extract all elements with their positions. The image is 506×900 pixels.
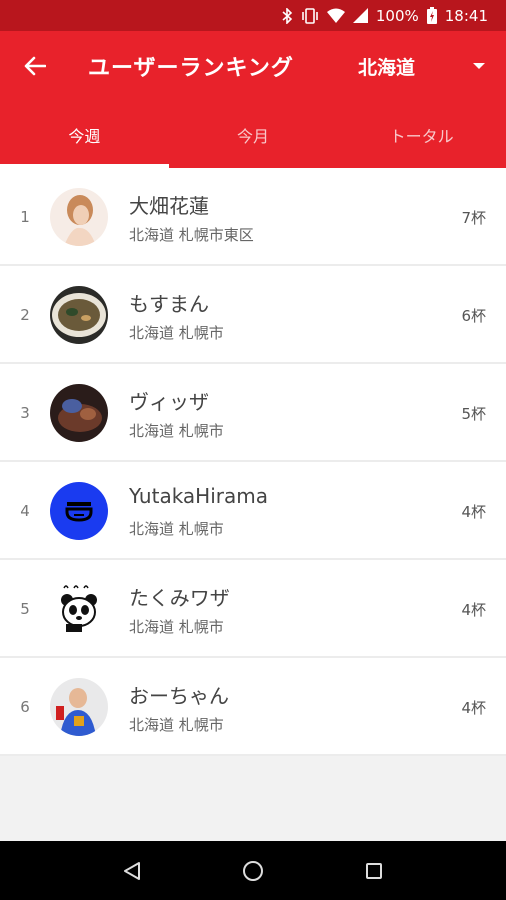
user-name: YutakaHirama [129, 484, 268, 508]
toolbar: ユーザーランキング 北海道 [0, 31, 506, 101]
bowl-count: 4杯 [461, 600, 486, 619]
circle-home-icon [242, 860, 263, 881]
bowl-count: 7杯 [461, 208, 486, 227]
rank-number: 5 [20, 600, 30, 618]
bluetooth-icon [281, 7, 293, 24]
nav-back-button[interactable] [112, 851, 152, 891]
square-recents-icon [365, 862, 382, 879]
clock: 18:41 [444, 6, 488, 25]
rank-number: 4 [20, 502, 30, 520]
ranking-list: 1 大畑花蓮 北海道 札幌市東区 7杯 2 もすまん 北海道 札幌市 6杯 3 … [0, 168, 506, 756]
dropdown-arrow-icon [473, 63, 485, 69]
bowl-count: 6杯 [461, 306, 486, 325]
user-location: 北海道 札幌市 [129, 324, 224, 342]
user-location: 北海道 札幌市 [129, 520, 224, 538]
tab-this-month[interactable]: 今月 [169, 101, 338, 168]
user-name: おーちゃん [129, 684, 229, 708]
bowl-logo-icon [50, 482, 108, 540]
ranking-row[interactable]: 1 大畑花蓮 北海道 札幌市東区 7杯 [0, 168, 506, 266]
ramen-bowl-photo-icon [50, 286, 108, 344]
person-photo-icon [50, 678, 108, 736]
panda-illustration-icon [50, 580, 108, 638]
food-photo-icon [50, 384, 108, 442]
nav-recents-button[interactable] [354, 851, 394, 891]
ranking-row[interactable]: 2 もすまん 北海道 札幌市 6杯 [0, 266, 506, 364]
rank-number: 2 [20, 306, 30, 324]
user-name: もすまん [129, 292, 209, 316]
back-button[interactable] [18, 49, 52, 83]
status-bar: 100% 18:41 [0, 0, 506, 31]
ranking-row[interactable]: 5 たくみワザ 北海道 札幌市 4杯 [0, 560, 506, 658]
bowl-count: 5杯 [461, 404, 486, 423]
ranking-row[interactable]: 3 ヴィッザ 北海道 札幌市 5杯 [0, 364, 506, 462]
page-title: ユーザーランキング [88, 56, 294, 81]
user-name: ヴィッザ [129, 390, 209, 414]
triangle-back-icon [124, 861, 141, 880]
battery-percent: 100% [375, 6, 419, 25]
battery-icon [426, 7, 437, 24]
system-nav-bar [0, 841, 506, 900]
region-label: 北海道 [358, 56, 416, 79]
rank-number: 3 [20, 404, 30, 422]
ranking-row[interactable]: 6 おーちゃん 北海道 札幌市 4杯 [0, 658, 506, 756]
bowl-count: 4杯 [461, 698, 486, 717]
tab-total[interactable]: トータル [337, 101, 506, 168]
rank-number: 1 [20, 208, 30, 226]
region-dropdown[interactable]: 北海道 [358, 51, 498, 81]
user-location: 北海道 札幌市 [129, 422, 224, 440]
ranking-row[interactable]: 4 YutakaHirama 北海道 札幌市 4杯 [0, 462, 506, 560]
cell-signal-icon [352, 8, 368, 23]
vibrate-icon [301, 7, 319, 24]
user-name: たくみワザ [129, 586, 230, 610]
bowl-count: 4杯 [461, 502, 486, 521]
tab-bar: 今週 今月 トータル [0, 101, 506, 168]
user-name: 大畑花蓮 [129, 194, 209, 218]
user-location: 北海道 札幌市東区 [129, 226, 254, 244]
rank-number: 6 [20, 698, 30, 716]
app-bar: ユーザーランキング 北海道 今週 今月 トータル [0, 31, 506, 168]
arrow-left-icon [24, 56, 46, 76]
photo-portrait-icon [50, 188, 108, 246]
wifi-icon [326, 8, 345, 23]
user-location: 北海道 札幌市 [129, 618, 224, 636]
nav-home-button[interactable] [233, 851, 273, 891]
user-location: 北海道 札幌市 [129, 716, 224, 734]
tab-this-week[interactable]: 今週 [0, 101, 169, 168]
